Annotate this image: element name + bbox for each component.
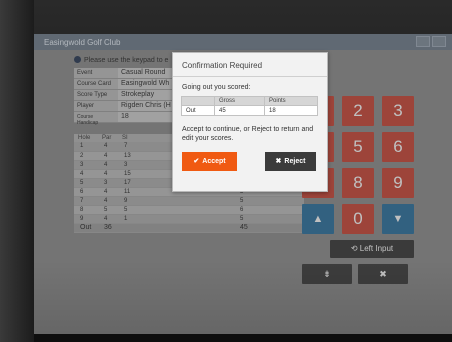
summary-table: Gross Points Out 45 18: [181, 96, 318, 116]
accept-button[interactable]: ✔ Accept: [182, 152, 237, 171]
summary-points: 18: [264, 105, 318, 116]
dialog-prompt: Accept to continue, or Reject to return …: [182, 126, 314, 142]
check-icon: ✔: [193, 158, 200, 165]
summary-header: Gross Points: [181, 96, 318, 106]
column-header: Points: [264, 96, 318, 106]
dialog-actions: ✔ Accept ✖ Reject: [173, 152, 327, 178]
column-header: Gross: [214, 96, 265, 106]
dialog-message: Going out you scored:: [182, 84, 251, 91]
kiosk-screen: Easingwold Golf Club Please use the keyp…: [34, 34, 452, 334]
summary-label: Out: [181, 105, 215, 116]
confirmation-dialog: Confirmation Required Going out you scor…: [172, 52, 328, 192]
screen-glare: [34, 260, 452, 334]
reject-label: Reject: [284, 158, 306, 165]
dialog-title: Confirmation Required: [173, 53, 327, 77]
reject-button[interactable]: ✖ Reject: [265, 152, 316, 171]
column-header: [181, 96, 215, 106]
summary-gross: 45: [214, 105, 265, 116]
kiosk-bezel-edge: [0, 0, 34, 342]
summary-row: Out 45 18: [181, 105, 318, 116]
close-icon: ✖: [275, 158, 282, 165]
accept-label: Accept: [202, 158, 226, 165]
